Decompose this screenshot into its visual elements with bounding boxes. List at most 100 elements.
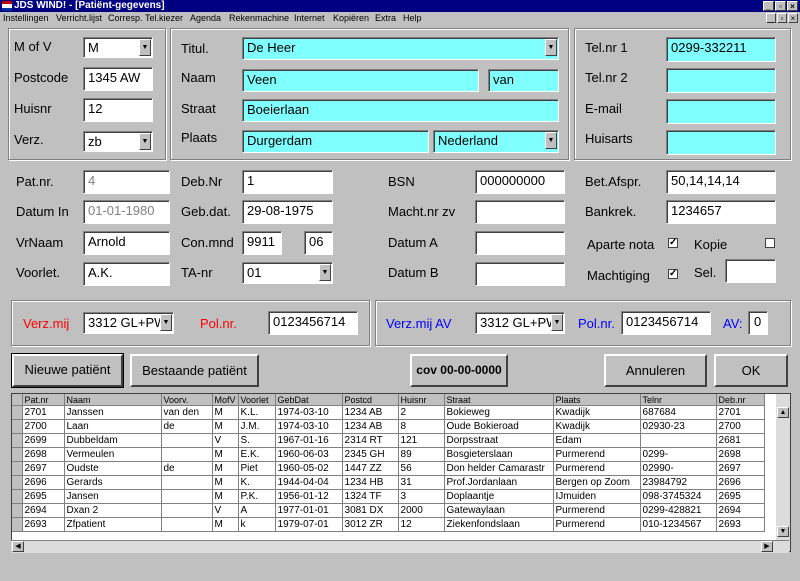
huisnr-field[interactable]: 12	[83, 98, 153, 122]
scroll-up-icon[interactable]: ▲	[777, 407, 789, 418]
col-naam[interactable]: Naam	[64, 394, 162, 406]
machtnr-field[interactable]	[475, 200, 565, 224]
table-row[interactable]: 2696 Gerards M K. 1944-04-04 1234 HB 31 Prof.Jo…	[12, 475, 765, 490]
nieuwe-patient-button[interactable]: Nieuwe patiënt	[11, 353, 124, 388]
table-row[interactable]: 2700 Laan de M J.M. 1974-03-10 1234 AB 8 Oude Bo…	[12, 419, 765, 434]
cov-button[interactable]: cov 00-00-0000	[410, 354, 508, 387]
scroll-left-icon[interactable]: ◀	[12, 541, 24, 552]
postcode-field[interactable]: 1345 AW	[83, 67, 153, 91]
col-postcd[interactable]: Postcd	[342, 394, 399, 406]
conmnd2-field[interactable]: 06	[304, 231, 333, 255]
bankrek-label: Bankrek.	[585, 204, 637, 219]
polnr2-field[interactable]: 0123456714	[621, 311, 711, 335]
menu-extra[interactable]: Extra	[375, 12, 396, 24]
menu-corresp[interactable]: Corresp.	[108, 12, 143, 24]
kopie-checkbox[interactable]	[765, 238, 775, 248]
mdi-restore-button[interactable]: ▫	[777, 13, 787, 23]
menu-kopieren[interactable]: Kopiëren	[333, 12, 369, 24]
apartenota-label: Aparte nota	[587, 237, 655, 252]
titul-select[interactable]: De Heer ▼	[242, 37, 559, 60]
tussenvoegsel-field[interactable]: van	[488, 69, 559, 92]
col-straat[interactable]: Straat	[444, 394, 554, 406]
table-row[interactable]: 2699 Dubbeldam V S. 1967-01-16 2314 RT 121 Dorp…	[12, 433, 765, 448]
gebdat-field[interactable]: 29-08-1975	[242, 200, 333, 224]
apartenota-checkbox[interactable]: ✓	[668, 238, 678, 248]
plaats-field[interactable]: Durgerdam	[242, 130, 429, 153]
sel-label: Sel.	[694, 265, 717, 280]
verzmij-select[interactable]: 3312 GL+PW ▼	[83, 312, 174, 334]
col-huisnr[interactable]: Huisnr	[398, 394, 445, 406]
vertical-scrollbar[interactable]: ▲ ▼	[776, 394, 790, 551]
maximize-button[interactable]: ▫	[775, 1, 786, 11]
verzmijav-select[interactable]: 3312 GL+PW ▼	[475, 312, 565, 334]
bsn-field[interactable]: 000000000	[475, 170, 565, 194]
vrnaam-field[interactable]: Arnold	[83, 231, 170, 255]
mdi-minimize-button[interactable]: _	[766, 13, 776, 23]
scroll-right-icon[interactable]: ▶	[761, 541, 773, 552]
annuleren-button[interactable]: Annuleren	[604, 354, 707, 387]
telnr2-field[interactable]	[666, 68, 776, 93]
bankrek-field[interactable]: 1234657	[666, 200, 776, 224]
tanr-select[interactable]: 01 ▼	[242, 262, 333, 284]
col-telnr[interactable]: Telnr	[640, 394, 717, 406]
machtiging-checkbox[interactable]: ✓	[668, 269, 678, 279]
av-field[interactable]: 0	[748, 311, 768, 335]
menu-agenda[interactable]: Agenda	[190, 12, 221, 24]
menu-internet[interactable]: Internet	[294, 12, 325, 24]
chevron-down-icon[interactable]: ▼	[551, 314, 563, 331]
table-cell: 2700	[22, 419, 65, 434]
table-row[interactable]: 2697 Oudste de M Piet 1960-05-02 1447 ZZ 56 Don …	[12, 461, 765, 476]
menu-verricht-lijst[interactable]: Verricht.lijst	[56, 12, 102, 24]
chevron-down-icon[interactable]: ▼	[545, 132, 557, 149]
col-plaats[interactable]: Plaats	[553, 394, 641, 406]
polnr-field[interactable]: 0123456714	[268, 311, 358, 335]
telnr1-field[interactable]: 0299-332211	[666, 37, 776, 62]
verz-select[interactable]: zb ▼	[83, 131, 153, 152]
col-patnr[interactable]: Pat.nr	[22, 394, 65, 406]
chevron-down-icon[interactable]: ▼	[319, 264, 331, 281]
huisarts-field[interactable]	[666, 130, 776, 155]
table-row[interactable]: 2701 Janssen van den M K.L. 1974-03-10 1234 AB…	[12, 405, 765, 420]
col-debnr[interactable]: Deb.nr	[716, 394, 765, 406]
chevron-down-icon[interactable]: ▼	[545, 39, 557, 56]
land-select[interactable]: Nederland ▼	[433, 130, 559, 153]
email-field[interactable]	[666, 99, 776, 124]
menu-instellingen[interactable]: Instellingen	[3, 12, 49, 24]
col-voorv[interactable]: Voorv.	[161, 394, 213, 406]
chevron-down-icon[interactable]: ▼	[160, 314, 172, 331]
table-cell: Laan	[64, 419, 162, 434]
col-voorlet[interactable]: Voorlet	[238, 394, 276, 406]
menu-help[interactable]: Help	[403, 12, 422, 24]
close-button[interactable]: ×	[787, 1, 798, 11]
table-row[interactable]: 2694 Dxan 2 V A 1977-01-01 3081 DX 2000 Gateway…	[12, 503, 765, 518]
col-gebdat[interactable]: GebDat	[275, 394, 343, 406]
chevron-down-icon[interactable]: ▼	[139, 39, 151, 56]
bestaande-patient-button[interactable]: Bestaande patiënt	[130, 354, 259, 387]
table-cell: 12	[398, 517, 445, 532]
col-mofv[interactable]: MofV	[212, 394, 239, 406]
table-row[interactable]: 2695 Jansen M P.K. 1956-01-12 1324 TF 3 Doplaan…	[12, 489, 765, 504]
datuma-field[interactable]	[475, 231, 565, 255]
table-row[interactable]: 2698 Vermeulen M E.K. 1960-06-03 2345 GH 89 Bos…	[12, 447, 765, 462]
mdi-close-button[interactable]: ×	[788, 13, 798, 23]
minimize-button[interactable]: _	[763, 1, 774, 11]
scroll-down-icon[interactable]: ▼	[777, 526, 789, 537]
table-cell: 3	[398, 489, 445, 504]
straat-field[interactable]: Boeierlaan	[242, 99, 559, 122]
sel-field[interactable]	[725, 259, 776, 283]
debnr-field[interactable]: 1	[242, 170, 333, 194]
patient-table[interactable]: Pat.nr Naam Voorv. MofV Voorlet GebDat P…	[11, 393, 791, 552]
datumb-field[interactable]	[475, 262, 565, 286]
ok-button[interactable]: OK	[714, 354, 788, 387]
naam-field[interactable]: Veen	[242, 69, 479, 92]
conmnd1-field[interactable]: 9911	[242, 231, 282, 255]
table-cell: Gerards	[64, 475, 162, 490]
betafspr-field[interactable]: 50,14,14,14	[666, 170, 776, 194]
menu-tel-kiezer[interactable]: Tel.kiezer	[145, 12, 183, 24]
chevron-down-icon[interactable]: ▼	[139, 133, 151, 150]
menu-rekenmachine[interactable]: Rekenmachine	[229, 12, 289, 24]
horizontal-scrollbar[interactable]: ◀ ▶	[11, 540, 789, 553]
mofv-select[interactable]: M ▼	[83, 37, 153, 58]
voorlet-field[interactable]: A.K.	[83, 262, 170, 286]
table-row[interactable]: 2693 Zfpatient Mk 1979-07-01 3012 ZR 12 Zieken…	[12, 517, 765, 532]
